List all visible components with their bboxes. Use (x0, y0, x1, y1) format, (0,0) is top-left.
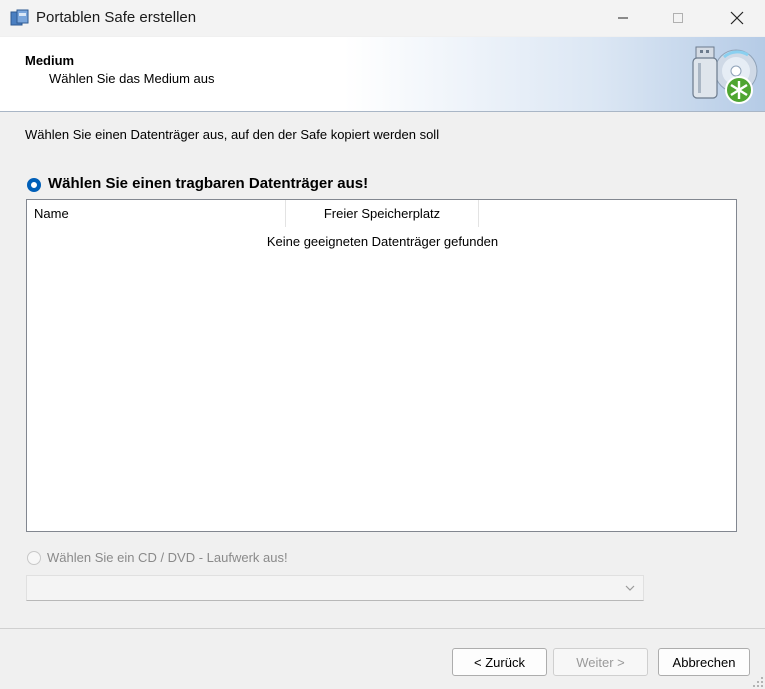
drive-list[interactable]: Name Freier Speicherplatz Keine geeignet… (26, 199, 737, 532)
back-button[interactable]: < Zurück (452, 648, 547, 676)
column-header-name[interactable]: Name (27, 200, 286, 227)
minimize-icon (618, 17, 628, 19)
wizard-header: Medium Wählen Sie das Medium aus (0, 37, 765, 112)
cd-dvd-dropdown[interactable] (26, 575, 644, 601)
cancel-button[interactable]: Abbrechen (658, 648, 750, 676)
minimize-button[interactable] (600, 0, 646, 36)
resize-grip-icon[interactable] (752, 676, 764, 688)
cd-dvd-radio-label[interactable]: Wählen Sie ein CD / DVD - Laufwerk aus! (47, 550, 288, 565)
empty-list-message: Keine geeigneten Datenträger gefunden (266, 234, 499, 249)
footer-divider (0, 628, 765, 629)
usb-drive-radio-label[interactable]: Wählen Sie einen tragbaren Datenträger a… (48, 175, 368, 192)
usb-drive-radio[interactable] (27, 178, 41, 192)
next-button[interactable]: Weiter > (553, 648, 648, 676)
chevron-down-icon (625, 585, 635, 591)
usb-drive-cd-icon (692, 46, 758, 104)
close-button[interactable] (714, 0, 760, 36)
close-icon (730, 11, 744, 25)
column-header-free-space[interactable]: Freier Speicherplatz (286, 200, 479, 227)
header-subtitle: Wählen Sie das Medium aus (49, 71, 215, 86)
instruction-text: Wählen Sie einen Datenträger aus, auf de… (25, 127, 440, 142)
app-icon (10, 9, 29, 26)
title-bar: Portablen Safe erstellen (0, 0, 765, 36)
maximize-icon (673, 13, 683, 23)
maximize-button[interactable] (655, 0, 701, 36)
window-title: Portablen Safe erstellen (36, 9, 197, 26)
cd-dvd-radio[interactable] (27, 551, 41, 565)
header-title: Medium (25, 53, 75, 68)
